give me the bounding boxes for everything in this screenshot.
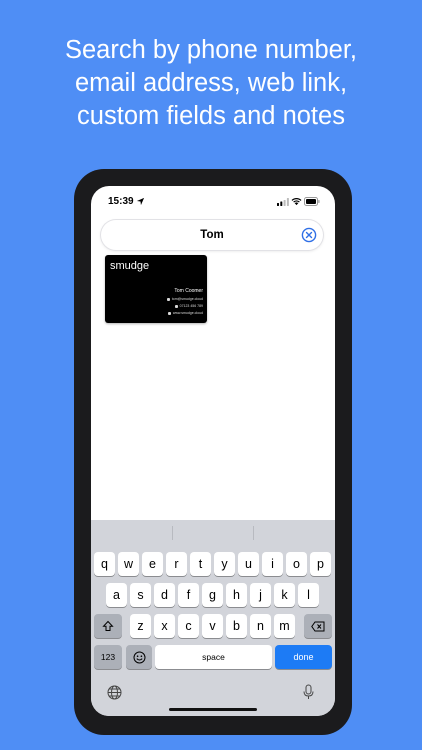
key-k[interactable]: k — [274, 583, 295, 607]
business-card-result[interactable]: smudge Tom Coomer tom@smudge.cloud 07123… — [105, 255, 207, 323]
shift-key[interactable] — [94, 614, 122, 638]
emoji-key[interactable] — [126, 645, 152, 669]
status-bar: 15:39 — [91, 186, 335, 216]
card-email: tom@smudge.cloud — [171, 297, 203, 301]
phone-icon — [174, 304, 178, 308]
key-a[interactable]: a — [106, 583, 127, 607]
suggestion-bar — [91, 520, 335, 546]
keyboard: qwertyuiop asdfghjkl zxcvbnm 123 space don… — [91, 520, 335, 716]
key-w[interactable]: w — [118, 552, 139, 576]
delete-icon — [311, 621, 325, 631]
shift-icon — [102, 620, 114, 631]
headline-line-3: custom fields and notes — [77, 102, 345, 131]
suggestion-divider — [172, 526, 173, 540]
key-b[interactable]: b — [226, 614, 247, 638]
key-g[interactable]: g — [202, 583, 223, 607]
location-arrow-icon — [136, 197, 145, 206]
card-contact-name: Tom Coomer — [174, 288, 203, 294]
wifi-icon — [291, 198, 302, 206]
phone-screen: 15:39 smudge Tom Coomer — [91, 186, 335, 716]
email-icon — [166, 297, 170, 301]
home-indicator — [169, 708, 257, 711]
key-i[interactable]: i — [262, 552, 283, 576]
key-f[interactable]: f — [178, 583, 199, 607]
key-e[interactable]: e — [142, 552, 163, 576]
key-h[interactable]: h — [226, 583, 247, 607]
web-icon — [167, 311, 171, 315]
card-phone: 07123 456 789 — [179, 304, 203, 308]
space-key[interactable]: space — [155, 645, 272, 669]
card-brand: smudge — [110, 260, 150, 272]
key-t[interactable]: t — [190, 552, 211, 576]
key-y[interactable]: y — [214, 552, 235, 576]
globe-icon[interactable] — [107, 685, 122, 700]
suggestion-divider — [253, 526, 254, 540]
key-j[interactable]: j — [250, 583, 271, 607]
card-web: www.smudge.cloud — [172, 311, 203, 315]
cellular-signal-icon — [277, 198, 289, 206]
key-d[interactable]: d — [154, 583, 175, 607]
key-c[interactable]: c — [178, 614, 199, 638]
key-s[interactable]: s — [130, 583, 151, 607]
card-web-line: www.smudge.cloud — [167, 311, 203, 315]
key-q[interactable]: q — [94, 552, 115, 576]
emoji-icon — [133, 651, 145, 663]
card-phone-line: 07123 456 789 — [174, 304, 203, 308]
key-n[interactable]: n — [250, 614, 271, 638]
microphone-icon[interactable] — [303, 684, 314, 700]
numbers-key[interactable]: 123 — [94, 645, 122, 669]
key-r[interactable]: r — [166, 552, 187, 576]
battery-icon — [304, 197, 320, 206]
key-x[interactable]: x — [154, 614, 175, 638]
key-p[interactable]: p — [310, 552, 331, 576]
search-input[interactable] — [131, 220, 293, 250]
clear-circle-icon[interactable] — [301, 227, 317, 243]
key-v[interactable]: v — [202, 614, 223, 638]
done-key[interactable]: done — [275, 645, 332, 669]
key-z[interactable]: z — [130, 614, 151, 638]
headline: Search by phone number, email address, w… — [0, 34, 422, 133]
delete-key[interactable] — [304, 614, 332, 638]
card-email-line: tom@smudge.cloud — [166, 297, 203, 301]
key-l[interactable]: l — [298, 583, 319, 607]
key-m[interactable]: m — [274, 614, 295, 638]
headline-line-2: email address, web link, — [74, 69, 348, 98]
search-bar[interactable] — [101, 220, 323, 250]
key-o[interactable]: o — [286, 552, 307, 576]
key-u[interactable]: u — [238, 552, 259, 576]
headline-line-1: Search by phone number, — [64, 36, 358, 64]
status-time: 15:39 — [108, 196, 134, 207]
